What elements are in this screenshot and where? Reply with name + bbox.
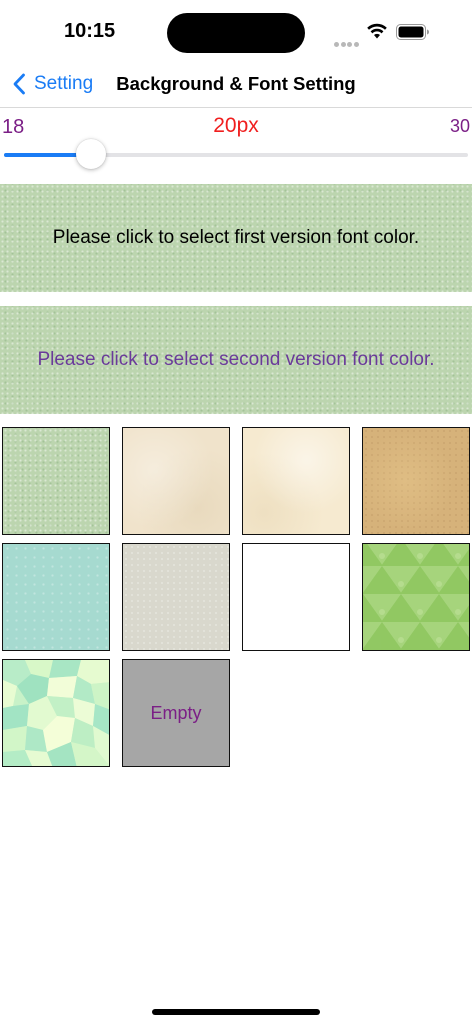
second-font-color-text: Please click to select second version fo…: [37, 349, 435, 370]
slider-max-label: 30: [449, 116, 470, 136]
status-time: 10:15: [64, 20, 116, 42]
home-indicator[interactable]: [152, 1009, 320, 1015]
background-tile-grey-paper[interactable]: [122, 543, 230, 651]
first-font-color-panel[interactable]: Please click to select first version fon…: [0, 184, 472, 292]
screen: 10:15 Setting Background & Font Setting …: [0, 0, 472, 1024]
background-tile-parchment[interactable]: [242, 427, 350, 535]
navigation-bar: Setting Background & Font Setting: [0, 62, 472, 108]
slider-current-value: 20px: [213, 114, 259, 137]
background-tile-green-noise[interactable]: [2, 427, 110, 535]
battery-icon: [396, 24, 429, 40]
mosaic-pattern-icon: [3, 660, 109, 766]
background-tile-empty[interactable]: Empty: [122, 659, 230, 767]
background-tile-white[interactable]: [242, 543, 350, 651]
triangle-pattern-icon: [363, 544, 469, 650]
background-tile-green-pattern[interactable]: [362, 543, 470, 651]
status-bar: 10:15: [0, 0, 472, 62]
background-tile-aqua[interactable]: [2, 543, 110, 651]
second-font-color-panel[interactable]: Please click to select second version fo…: [0, 306, 472, 414]
slider-thumb[interactable]: [76, 139, 107, 169]
first-font-color-text: Please click to select first version fon…: [52, 227, 420, 248]
background-tile-cream[interactable]: [122, 427, 230, 535]
dynamic-island: [167, 13, 305, 53]
wifi-icon: [367, 23, 387, 39]
page-title: Background & Font Setting: [116, 73, 356, 94]
signal-dots-icon: [334, 34, 360, 52]
font-size-slider[interactable]: [4, 153, 468, 157]
background-tile-mosaic[interactable]: [2, 659, 110, 767]
font-size-slider-section: 18 20px 30: [0, 108, 472, 172]
empty-tile-label: Empty: [150, 702, 202, 723]
background-tile-kraft[interactable]: [362, 427, 470, 535]
